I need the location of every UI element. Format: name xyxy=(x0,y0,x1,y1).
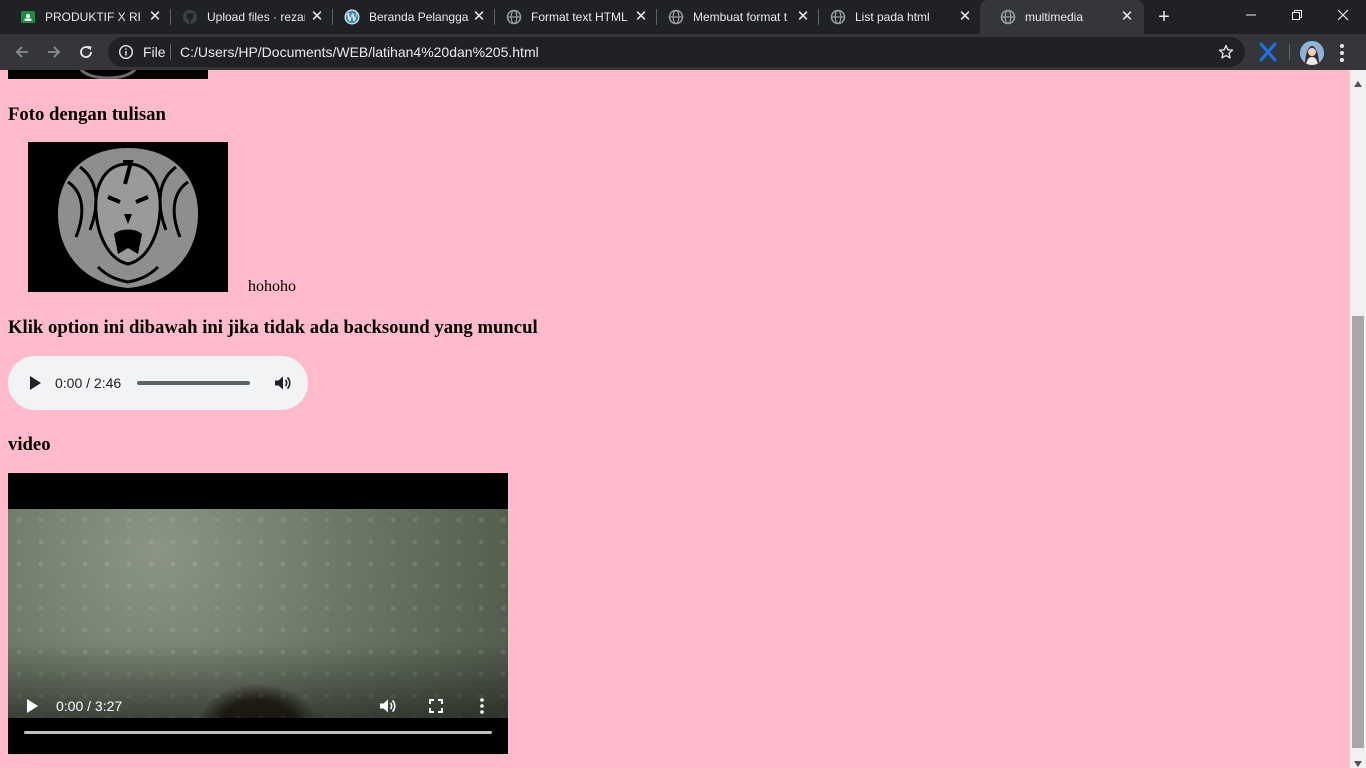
tab-label: Upload files · rezar xyxy=(207,10,305,24)
close-icon[interactable]: ✕ xyxy=(310,9,324,24)
video-time-display: 0:00 / 3:27 xyxy=(56,698,123,714)
tab-membuat-format[interactable]: Membuat format t ✕ xyxy=(648,0,816,34)
back-arrow-icon xyxy=(15,46,28,58)
classroom-icon xyxy=(20,9,36,25)
address-divider xyxy=(170,44,171,60)
play-icon[interactable] xyxy=(25,698,39,719)
lion-emblem-image xyxy=(28,142,228,292)
close-window-button[interactable] xyxy=(1320,0,1366,30)
address-bar[interactable]: File C:/Users/HP/Documents/WEB/latihan4%… xyxy=(108,37,1245,67)
video-player[interactable]: 0:00 / 3:27 xyxy=(8,473,508,754)
tab-label: Format text HTML xyxy=(531,10,628,24)
globe-icon xyxy=(1000,9,1016,25)
globe-icon xyxy=(506,9,522,25)
forward-button[interactable] xyxy=(42,40,66,64)
forward-arrow-icon xyxy=(48,46,61,58)
globe-icon xyxy=(668,9,684,25)
fullscreen-icon[interactable] xyxy=(428,698,444,719)
scroll-up-arrow-icon[interactable] xyxy=(1354,74,1362,92)
video-seek-bar[interactable] xyxy=(24,731,492,734)
tab-strip: PRODUKTIF X RPL ✕ Upload files · rezar ✕… xyxy=(0,0,1366,34)
tab-multimedia[interactable]: multimedia ✕ xyxy=(980,0,1144,34)
photo-caption: hohoho xyxy=(248,278,296,295)
wordpress-icon: W xyxy=(344,9,360,25)
new-tab-button[interactable]: + xyxy=(1153,6,1175,28)
restore-icon xyxy=(1292,10,1302,20)
tab-label: List pada html xyxy=(855,10,930,24)
tab-list-pada-html[interactable]: List pada html ✕ xyxy=(810,0,978,34)
back-button[interactable] xyxy=(10,40,34,64)
info-icon[interactable] xyxy=(118,44,134,65)
reload-icon xyxy=(80,46,92,58)
tab-produktif[interactable]: PRODUKTIF X RPL ✕ xyxy=(0,0,168,34)
github-icon xyxy=(182,9,198,25)
video-heading: video xyxy=(8,434,51,455)
audio-time-display: 0:00 / 2:46 xyxy=(55,375,122,391)
more-options-icon[interactable] xyxy=(478,697,486,720)
audio-heading: Klik option ini dibawah ini jika tidak a… xyxy=(8,317,538,338)
globe-icon xyxy=(830,9,846,25)
scroll-down-arrow-icon[interactable] xyxy=(1354,754,1362,768)
menu-dot xyxy=(1340,44,1344,48)
reload-button[interactable] xyxy=(74,40,98,64)
toolbar-divider xyxy=(1289,44,1290,60)
page-scrollbar[interactable] xyxy=(1350,70,1366,768)
audio-seek-bar[interactable] xyxy=(137,381,250,385)
profile-avatar[interactable] xyxy=(1300,41,1324,65)
close-icon[interactable]: ✕ xyxy=(472,9,486,24)
play-icon[interactable] xyxy=(28,375,42,396)
browser-toolbar: File C:/Users/HP/Documents/WEB/latihan4%… xyxy=(0,34,1366,70)
volume-icon[interactable] xyxy=(273,374,291,397)
menu-dot xyxy=(1340,58,1344,62)
bookmark-star-icon[interactable] xyxy=(1218,44,1234,65)
photo-heading: Foto dengan tulisan xyxy=(8,104,166,125)
tab-upload-files[interactable]: Upload files · rezar ✕ xyxy=(162,0,330,34)
tab-beranda-pelanggan[interactable]: W Beranda Pelangga ✕ xyxy=(324,0,492,34)
tab-label: Beranda Pelangga xyxy=(369,10,469,24)
svg-text:W: W xyxy=(345,13,358,24)
tab-format-text-html[interactable]: Format text HTML ✕ xyxy=(486,0,654,34)
minimize-icon xyxy=(1246,14,1256,16)
audio-player[interactable]: 0:00 / 2:46 xyxy=(8,356,308,410)
tab-label: multimedia xyxy=(1025,10,1084,24)
restore-button[interactable] xyxy=(1274,0,1320,30)
extension-x-icon[interactable] xyxy=(1258,41,1278,63)
close-icon[interactable]: ✕ xyxy=(796,9,810,24)
close-icon[interactable]: ✕ xyxy=(1120,9,1134,24)
close-icon[interactable]: ✕ xyxy=(148,9,162,24)
page-viewport: Foto dengan tulisan hohoho Klik option i… xyxy=(0,70,1350,768)
close-icon[interactable]: ✕ xyxy=(634,9,648,24)
close-icon xyxy=(1337,9,1349,21)
volume-icon[interactable] xyxy=(378,697,396,720)
menu-dot xyxy=(1340,51,1344,55)
close-icon[interactable]: ✕ xyxy=(958,9,972,24)
url-text[interactable]: C:/Users/HP/Documents/WEB/latihan4%20dan… xyxy=(180,44,539,60)
previous-image-partial xyxy=(8,70,208,79)
tab-label: Membuat format t xyxy=(693,10,788,24)
tab-label: PRODUKTIF X RPL xyxy=(45,10,140,24)
scrollbar-thumb[interactable] xyxy=(1352,316,1364,748)
minimize-button[interactable] xyxy=(1228,0,1274,30)
browser-menu-button[interactable] xyxy=(1334,41,1350,65)
page-scheme-label: File xyxy=(143,44,166,60)
